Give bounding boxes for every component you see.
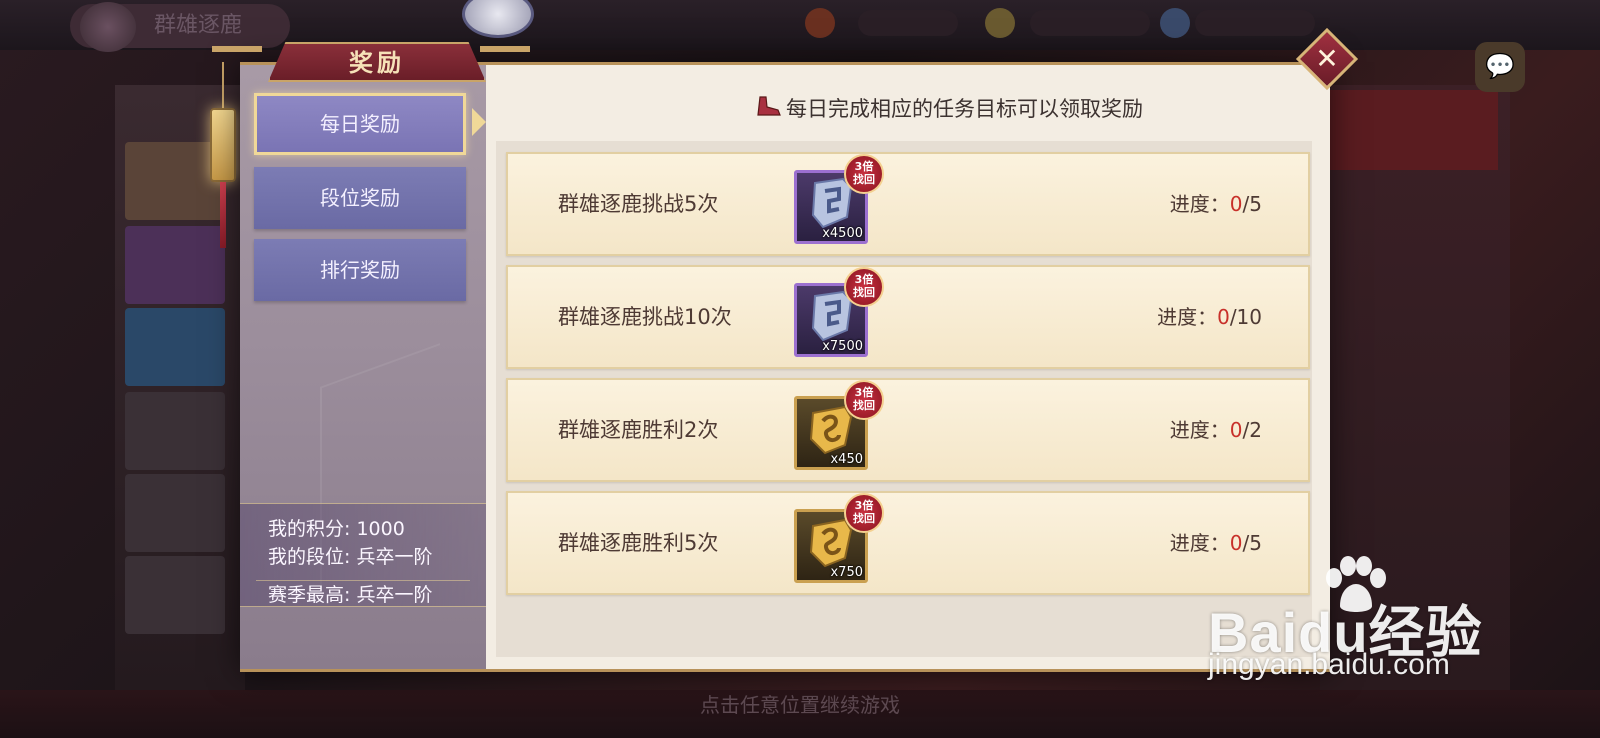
season-best-value: 兵卒一阶 [356, 584, 433, 606]
tab-leaderboard-reward[interactable]: 排行奖励 [254, 239, 466, 301]
lantern-tassel [220, 182, 226, 248]
triple-bonus-badge: 3倍 找回 [844, 267, 884, 307]
background-resource-bar [858, 10, 958, 36]
title-wing-left [212, 46, 262, 52]
background-gem-icon [1160, 8, 1190, 38]
task-name: 群雄逐鹿挑战10次 [558, 305, 732, 329]
player-stats: 我的积分: 1000 我的段位: 兵卒一阶 赛季最高: 兵卒一阶 [240, 503, 486, 607]
continue-hint[interactable]: 点击任意位置继续游戏 [600, 690, 1000, 720]
tab-rank-reward[interactable]: 段位奖励 [254, 167, 466, 229]
background-emblem-icon [80, 2, 136, 52]
task-progress: 进度：0/5 [1169, 192, 1262, 216]
background-slot [125, 226, 225, 304]
modal-title-tab: 奖励 [268, 42, 486, 82]
background-coin-bar [1030, 10, 1150, 36]
task-row: 群雄逐鹿胜利5次 x750 3倍 找回 进度：0/5 [506, 491, 1310, 595]
season-best-stat: 赛季最高: 兵卒一阶 [268, 584, 433, 606]
triple-bonus-badge: 3倍 找回 [844, 154, 884, 194]
rank-value: 兵卒一阶 [356, 546, 433, 568]
rank-stat: 我的段位: 兵卒一阶 [268, 546, 433, 568]
score-label: 我的积分 [268, 518, 345, 540]
background-coin-icon [985, 8, 1015, 38]
reward-quantity: x450 [830, 452, 863, 467]
background-slot [125, 474, 225, 552]
background-gem-bar [1195, 10, 1315, 36]
task-name: 群雄逐鹿胜利2次 [558, 418, 719, 442]
modal-title: 奖励 [349, 48, 405, 77]
task-rows-layer: 群雄逐鹿挑战5次 x4500 3倍 找回 进度：0/5 群雄逐鹿挑战10次 x7… [502, 152, 1310, 602]
background-right-banner [1330, 90, 1498, 170]
season-best-label: 赛季最高 [268, 584, 345, 606]
score-stat: 我的积分: 1000 [268, 518, 405, 540]
modal-sidebar: 每日奖励 段位奖励 排行奖励 我的积分: 1000 我的段位: 兵卒一阶 赛季最… [240, 65, 486, 669]
lantern-string [222, 62, 224, 110]
active-tab-arrow-icon [472, 108, 486, 136]
rank-label: 我的段位 [268, 546, 345, 568]
background-slot [125, 556, 225, 634]
chat-icon[interactable]: 💬 [1475, 42, 1525, 92]
triple-bonus-badge: 3倍 找回 [844, 380, 884, 420]
watermark-url: jingyan.baidu.com [1208, 648, 1450, 681]
task-description: 每日完成相应的任务目标可以领取奖励 [786, 97, 1143, 121]
reward-quantity: x750 [830, 565, 863, 580]
background-slot [125, 392, 225, 470]
task-progress: 进度：0/10 [1157, 305, 1262, 329]
task-name: 群雄逐鹿挑战5次 [558, 192, 719, 216]
task-row: 群雄逐鹿胜利2次 x450 3倍 找回 进度：0/2 [506, 378, 1310, 482]
background-resource-icon [805, 8, 835, 38]
score-value: 1000 [356, 518, 405, 540]
background-slot [125, 308, 225, 386]
task-progress: 进度：0/2 [1169, 418, 1262, 442]
reward-quantity: x4500 [822, 226, 863, 241]
task-name: 群雄逐鹿胜利5次 [558, 531, 719, 555]
lantern-icon [210, 108, 236, 182]
tab-daily-reward[interactable]: 每日奖励 [254, 93, 466, 155]
task-progress: 进度：0/5 [1169, 531, 1262, 555]
triple-bonus-badge: 3倍 找回 [844, 493, 884, 533]
title-wing-right [480, 46, 530, 52]
task-row: 群雄逐鹿挑战10次 x7500 3倍 找回 进度：0/10 [506, 265, 1310, 369]
task-row: 群雄逐鹿挑战5次 x4500 3倍 找回 进度：0/5 [506, 152, 1310, 256]
reward-quantity: x7500 [822, 339, 863, 354]
